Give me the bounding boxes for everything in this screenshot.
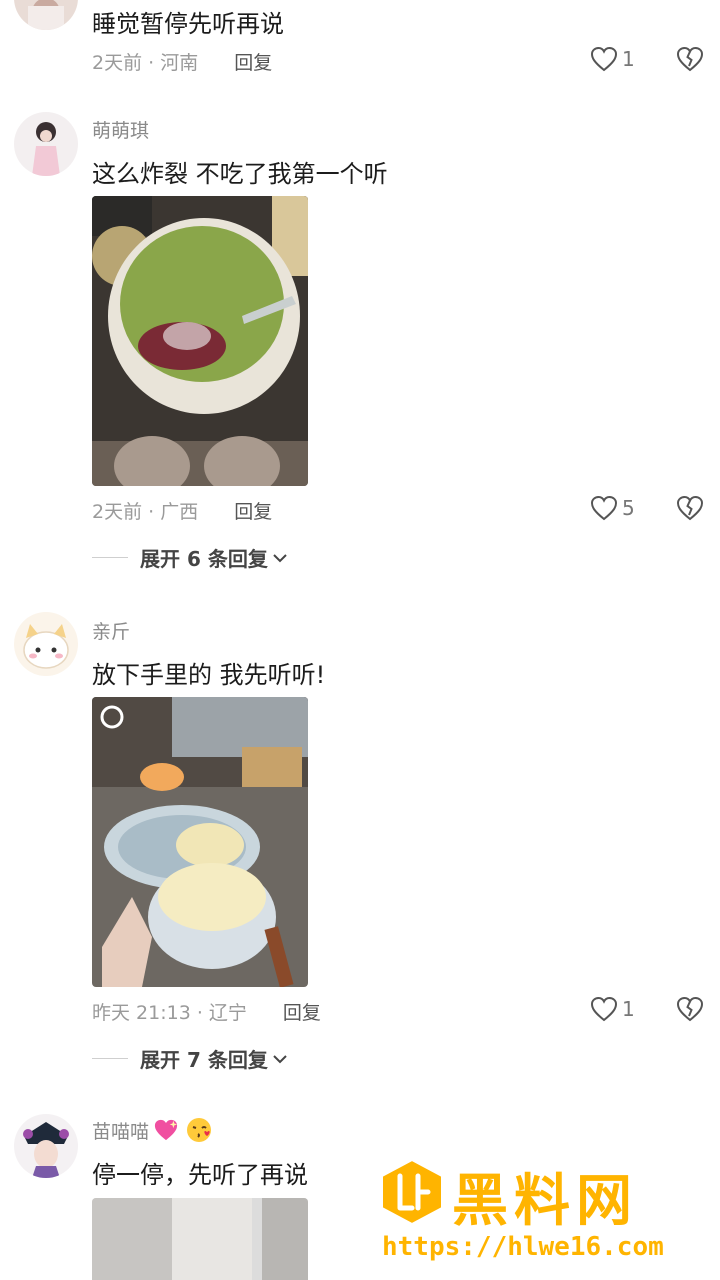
avatar[interactable] [14,612,78,676]
username[interactable]: 苗喵喵 [92,1116,213,1144]
heart-outline-icon [590,495,618,521]
comment-text: 睡觉暂停先听再说 [92,10,284,38]
username[interactable]: 亲斤 [92,617,130,644]
like-button[interactable]: 1 [590,996,635,1022]
watermark: 黑料网 https://hlwe16.com [378,1150,708,1270]
expand-replies-button[interactable]: 展开 7 条回复 [92,1044,288,1073]
watermark-url: https://hlwe16.com [382,1232,664,1262]
comment-text: 停一停，先听了再说 [92,1161,308,1189]
avatar[interactable] [14,1114,78,1178]
time-location: 2天前 · 广西 [92,501,199,523]
time-location: 昨天 21:13 · 辽宁 [92,1002,247,1024]
kissing-face-emoji [187,1118,212,1142]
watermark-logo-icon [381,1158,443,1226]
comment-meta: 2天前 · 广西 回复 [92,497,272,524]
comment-meta: 昨天 21:13 · 辽宁 回复 [92,998,321,1025]
comment-meta: 2天前 · 河南 回复 [92,48,272,75]
comment-image[interactable] [92,697,308,987]
time-location: 2天前 · 河南 [92,52,199,74]
username[interactable]: 萌萌琪 [92,116,149,143]
reply-button[interactable]: 回复 [234,48,272,75]
like-count: 1 [622,997,635,1021]
expand-replies-label: 展开 7 条回复 [140,1048,268,1072]
like-button[interactable]: 1 [590,46,635,72]
comment-image[interactable] [92,1198,308,1280]
comment-image[interactable] [92,196,308,486]
reply-button[interactable]: 回复 [283,998,321,1025]
broken-heart-icon[interactable] [676,46,704,72]
watermark-title: 黑料网 [452,1169,638,1234]
sparkling-heart-emoji [154,1119,178,1141]
expand-replies-label: 展开 6 条回复 [140,547,268,571]
chevron-down-icon [273,1054,287,1063]
avatar[interactable] [14,112,78,176]
heart-outline-icon [590,46,618,72]
chevron-down-icon [273,553,287,562]
divider [92,557,128,558]
like-count: 1 [622,47,635,71]
username-label: 苗喵喵 [92,1120,150,1143]
like-button[interactable]: 5 [590,495,635,521]
divider [92,1058,128,1059]
heart-outline-icon [590,996,618,1022]
like-count: 5 [622,496,635,520]
comment-text: 放下手里的 我先听听! [92,661,326,689]
comment-text: 这么炸裂 不吃了我第一个听 [92,160,388,188]
avatar[interactable] [14,0,78,30]
broken-heart-icon[interactable] [676,996,704,1022]
expand-replies-button[interactable]: 展开 6 条回复 [92,543,288,572]
reply-button[interactable]: 回复 [234,497,272,524]
broken-heart-icon[interactable] [676,495,704,521]
